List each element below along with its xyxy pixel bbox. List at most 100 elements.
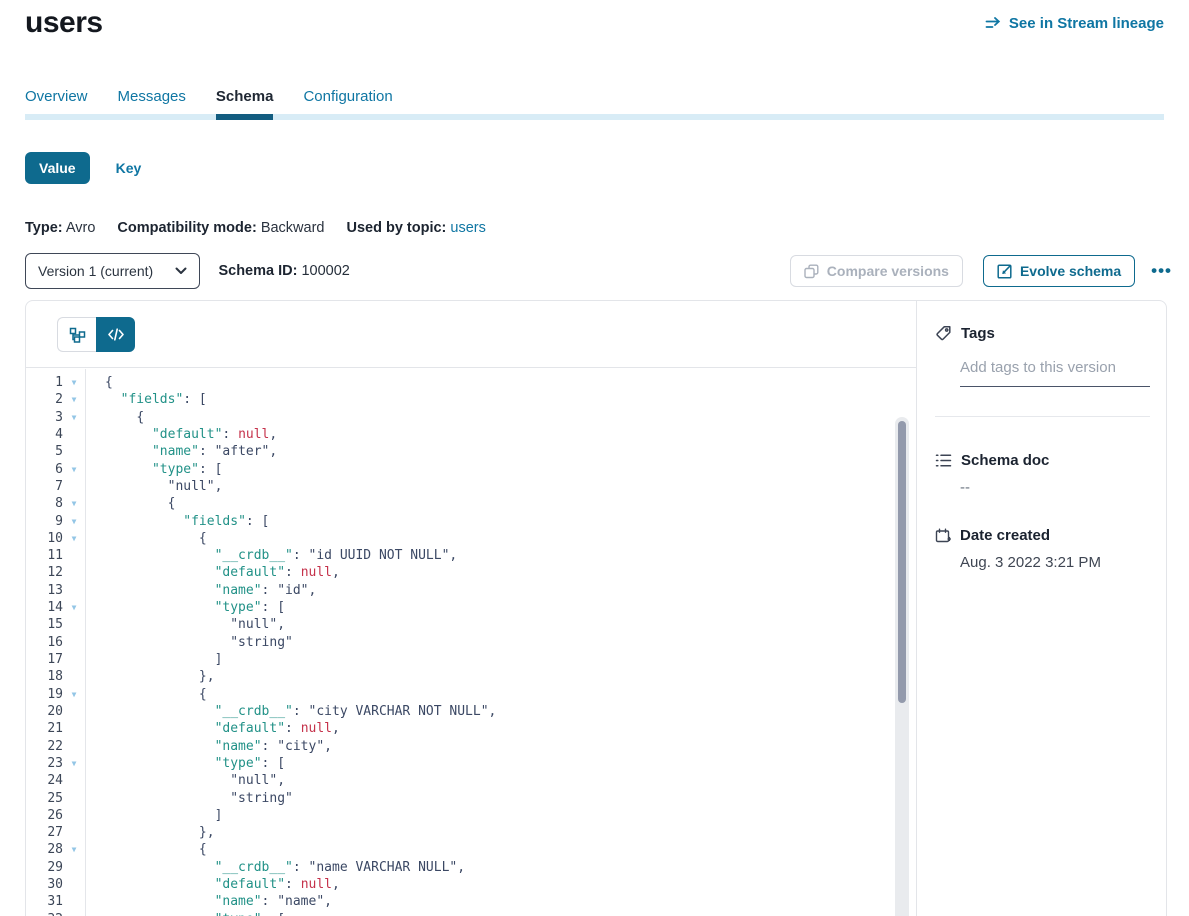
code-line: 32▼ "type": [: [26, 911, 916, 916]
line-number: 4: [26, 426, 63, 443]
line-number: 28: [26, 841, 63, 858]
fold-spacer: [63, 651, 85, 668]
fold-spacer: [63, 859, 85, 876]
line-number: 17: [26, 651, 63, 668]
compat-value: Backward: [261, 220, 325, 236]
tab-schema[interactable]: Schema: [216, 88, 274, 115]
line-number: 14: [26, 599, 63, 616]
code-text: "fields": [: [85, 391, 207, 408]
line-number: 19: [26, 686, 63, 703]
tab-active-indicator: [216, 114, 273, 120]
line-number: 25: [26, 790, 63, 807]
tree-view-button[interactable]: [57, 317, 96, 352]
line-number: 8: [26, 495, 63, 512]
code-line: 8▼ {: [26, 495, 916, 512]
line-number: 23: [26, 755, 63, 772]
type-value: Avro: [66, 220, 96, 236]
more-actions-button[interactable]: •••: [1151, 257, 1172, 285]
code-text: "string": [85, 790, 293, 807]
stream-lineage-link[interactable]: See in Stream lineage: [985, 15, 1164, 32]
tab-configuration[interactable]: Configuration: [303, 88, 392, 115]
code-line: 19▼ {: [26, 686, 916, 703]
tab-overview[interactable]: Overview: [25, 88, 88, 115]
fold-toggle-icon[interactable]: ▼: [63, 841, 85, 858]
fold-spacer: [63, 668, 85, 685]
compare-versions-button[interactable]: Compare versions: [790, 255, 963, 287]
fold-toggle-icon[interactable]: ▼: [63, 599, 85, 616]
key-toggle-button[interactable]: Key: [116, 160, 142, 176]
editor-scrollbar-thumb[interactable]: [898, 421, 906, 703]
code-text: "name": "after",: [85, 443, 277, 460]
schema-page: users See in Stream lineage Overview Mes…: [0, 0, 1189, 916]
fold-toggle-icon[interactable]: ▼: [63, 374, 85, 391]
line-number: 1: [26, 374, 63, 391]
code-line: 23▼ "type": [: [26, 755, 916, 772]
value-toggle-button[interactable]: Value: [25, 152, 90, 184]
fold-toggle-icon[interactable]: ▼: [63, 755, 85, 772]
code-area[interactable]: 1▼{2▼ "fields": [3▼ {4 "default": null,5…: [26, 369, 916, 916]
code-text: "__crdb__": "name VARCHAR NULL",: [85, 859, 465, 876]
schema-id-value: 100002: [301, 263, 349, 279]
gutter-separator: [85, 369, 86, 916]
tags-input[interactable]: [960, 359, 1150, 376]
schema-doc-value: --: [960, 479, 1150, 496]
code-text: "type": [: [85, 911, 285, 916]
view-mode-toggle: [57, 317, 135, 352]
page-title: users: [25, 6, 103, 40]
code-text: "name": "name",: [85, 893, 332, 910]
value-key-toggle: Value Key: [25, 152, 141, 184]
version-toolbar: Version 1 (current) Schema ID: 100002 Co…: [25, 253, 1172, 289]
fold-toggle-icon[interactable]: ▼: [63, 530, 85, 547]
line-number: 5: [26, 443, 63, 460]
schema-editor[interactable]: 1▼{2▼ "fields": [3▼ {4 "default": null,5…: [26, 301, 917, 916]
stream-lineage-icon: [985, 17, 1002, 31]
line-number: 13: [26, 582, 63, 599]
code-view-button[interactable]: [96, 317, 135, 352]
schema-sidebar: Tags Schema doc --: [917, 301, 1166, 916]
fold-toggle-icon[interactable]: ▼: [63, 461, 85, 478]
code-line: 14▼ "type": [: [26, 599, 916, 616]
code-line: 22 "name": "city",: [26, 738, 916, 755]
evolve-schema-label: Evolve schema: [1020, 263, 1121, 279]
fold-spacer: [63, 893, 85, 910]
code-line: 29 "__crdb__": "name VARCHAR NULL",: [26, 859, 916, 876]
version-select[interactable]: Version 1 (current): [25, 253, 200, 289]
edit-icon: [997, 264, 1012, 279]
editor-scrollbar[interactable]: [895, 417, 909, 916]
fold-toggle-icon[interactable]: ▼: [63, 495, 85, 512]
code-text: ]: [85, 651, 222, 668]
code-line: 20 "__crdb__": "city VARCHAR NOT NULL",: [26, 703, 916, 720]
code-line: 17 ]: [26, 651, 916, 668]
fold-toggle-icon[interactable]: ▼: [63, 513, 85, 530]
fold-spacer: [63, 703, 85, 720]
fold-spacer: [63, 426, 85, 443]
fold-toggle-icon[interactable]: ▼: [63, 409, 85, 426]
fold-spacer: [63, 443, 85, 460]
line-number: 21: [26, 720, 63, 737]
code-line: 7 "null",: [26, 478, 916, 495]
tab-messages[interactable]: Messages: [118, 88, 186, 115]
code-line: 13 "name": "id",: [26, 582, 916, 599]
line-number: 31: [26, 893, 63, 910]
fold-spacer: [63, 478, 85, 495]
line-number: 22: [26, 738, 63, 755]
compat-label: Compatibility mode:: [117, 220, 256, 236]
code-text: "null",: [85, 616, 285, 633]
code-line: 9▼ "fields": [: [26, 513, 916, 530]
fold-spacer: [63, 582, 85, 599]
tag-icon: [935, 325, 952, 342]
compare-versions-label: Compare versions: [827, 263, 949, 279]
code-text: "name": "id",: [85, 582, 316, 599]
fold-spacer: [63, 824, 85, 841]
fold-toggle-icon[interactable]: ▼: [63, 911, 85, 916]
evolve-schema-button[interactable]: Evolve schema: [983, 255, 1135, 287]
topic-link[interactable]: users: [450, 220, 485, 236]
code-text: {: [85, 841, 207, 858]
fold-toggle-icon[interactable]: ▼: [63, 391, 85, 408]
code-line: 3▼ {: [26, 409, 916, 426]
tree-view-icon: [69, 327, 86, 343]
fold-spacer: [63, 772, 85, 789]
fold-toggle-icon[interactable]: ▼: [63, 686, 85, 703]
line-number: 12: [26, 564, 63, 581]
code-line: 2▼ "fields": [: [26, 391, 916, 408]
